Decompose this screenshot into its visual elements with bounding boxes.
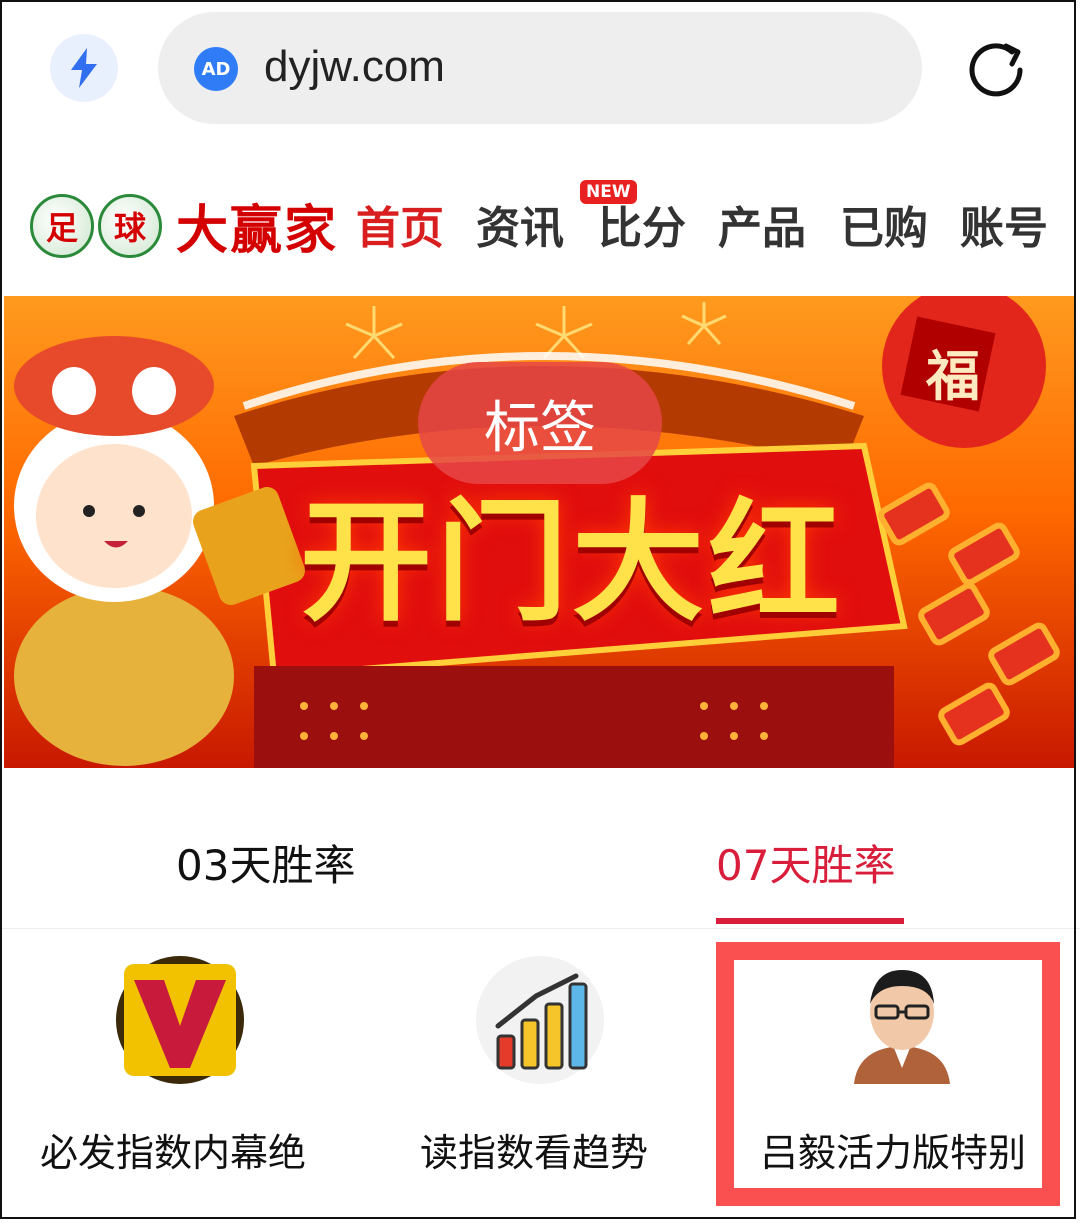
card-label-1[interactable]: 必发指数内幕绝 [40,1122,306,1177]
logo-text: 大赢家 [176,200,339,261]
nav-item-account[interactable]: 账号 [960,192,1048,256]
banner-title: 开门大红 [300,485,844,640]
v-logo-icon [116,956,244,1084]
selection-highlight [716,942,1060,1206]
logo-ball-left: 足 [30,193,94,258]
card-label-2[interactable]: 读指数看趋势 [420,1122,648,1177]
active-tab-indicator [716,918,904,924]
fu-char: 福 [926,344,980,408]
ad-block-icon[interactable]: AD [194,47,238,91]
nav-item-news[interactable]: 资讯 [476,192,564,256]
nav-item-products[interactable]: 产品 [718,192,806,256]
nav-item-home[interactable]: 首页 [356,192,444,256]
bolt-icon [71,48,97,88]
url-text[interactable]: dyjw.com [264,42,445,92]
nav-item-scores[interactable]: 比分 [598,192,686,256]
site-header: 足 球 大赢家 首页 资讯 NEW 比分 产品 已购 账号 [0,150,1080,290]
logo-ball-right: 球 [98,193,162,258]
bar-chart-icon [476,956,604,1084]
winrate-tabs: 03天胜率 07天胜率 [0,780,1080,929]
browser-toolbar: AD dyjw.com [0,0,1080,140]
nav-item-purchased[interactable]: 已购 [840,192,928,256]
tag-pill[interactable]: 标签 [418,362,662,484]
tab-3day-winrate[interactable]: 03天胜率 [176,832,355,893]
tab-7day-winrate[interactable]: 07天胜率 [716,832,895,893]
bolt-button[interactable] [50,34,118,102]
reload-icon[interactable] [960,34,1032,106]
site-logo[interactable]: 足 球 大赢家 [30,188,338,263]
